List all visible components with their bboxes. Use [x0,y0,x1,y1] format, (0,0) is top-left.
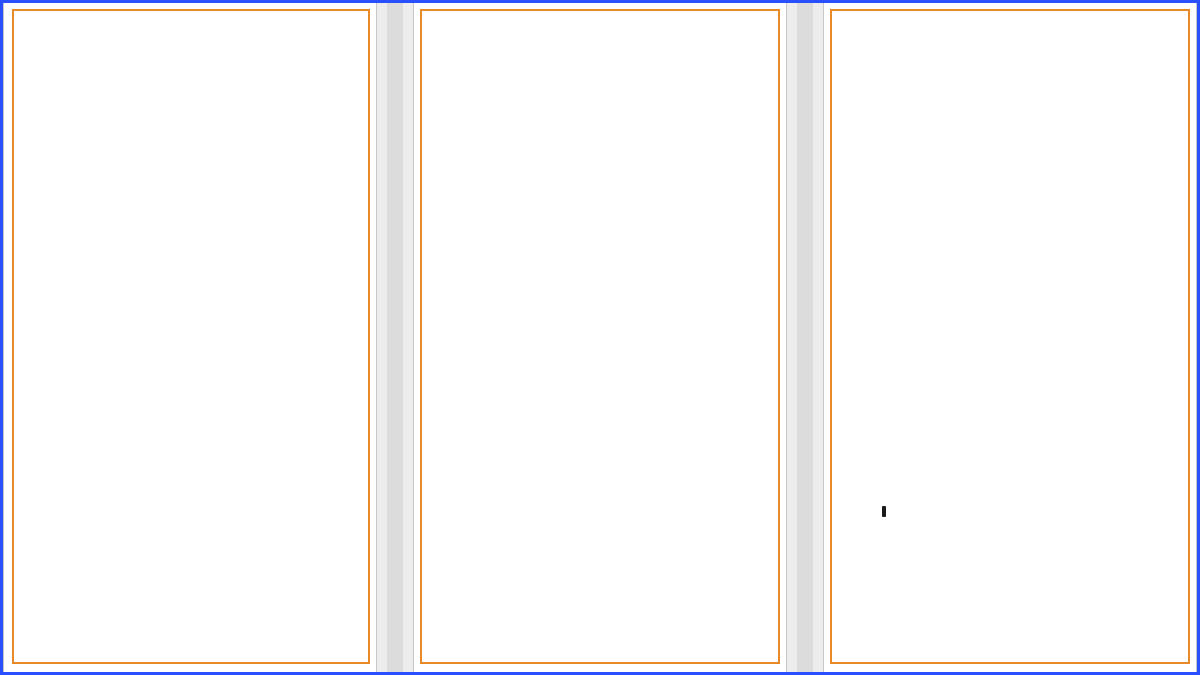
page-2[interactable] [413,3,787,672]
text-cursor [882,506,886,517]
text-frame-3[interactable] [830,9,1190,664]
document-viewport[interactable] [0,0,1200,675]
page-3[interactable] [823,3,1197,672]
page-gap-2 [787,3,823,672]
page-gap-1 [377,3,413,672]
text-frame-2[interactable] [420,9,780,664]
page-1[interactable] [3,3,377,672]
text-frame-1[interactable] [12,9,370,664]
